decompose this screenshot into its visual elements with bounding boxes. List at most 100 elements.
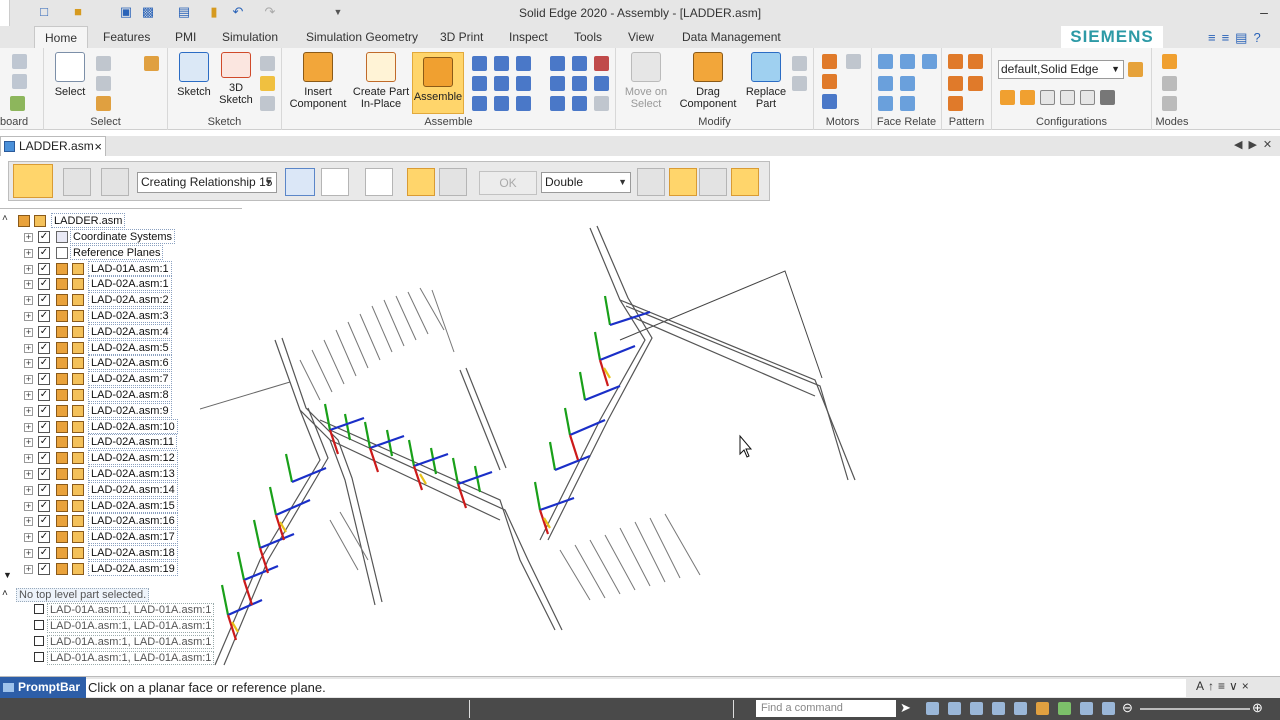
find-command-go-icon[interactable]: ➤ <box>900 700 911 716</box>
3d-sketch-button[interactable]: 3D Sketch <box>216 52 256 106</box>
relate-match-icon[interactable] <box>550 96 565 111</box>
face-relate-icon-3[interactable] <box>922 54 937 69</box>
promptbar-tools-icons[interactable]: A↑≡∨× <box>1196 679 1253 693</box>
move-on-select-button[interactable]: Move on Select <box>618 52 674 110</box>
help-icons[interactable]: ≡≡▤? <box>1208 30 1267 46</box>
relationship-list-icon[interactable] <box>594 56 609 71</box>
promptbar-label[interactable]: PromptBar <box>0 677 86 698</box>
motor-list-icon[interactable] <box>822 94 837 109</box>
visibility-checkbox[interactable]: ✓ <box>38 231 50 243</box>
expand-icon[interactable]: + <box>24 438 33 448</box>
offset-type-select[interactable]: Double ▼ <box>541 172 631 193</box>
display-config-icon-2[interactable] <box>1020 90 1035 105</box>
shaded-icon[interactable] <box>1058 702 1071 715</box>
sketch-tools-icon[interactable] <box>260 56 275 71</box>
relate-connect-icon[interactable] <box>494 76 509 91</box>
zoom-area-icon[interactable] <box>926 702 939 715</box>
tab-tools[interactable]: Tools <box>574 30 602 44</box>
expand-icon[interactable]: + <box>24 470 33 479</box>
expand-icon[interactable]: + <box>24 485 33 495</box>
tab-3d-print[interactable]: 3D Print <box>440 30 483 44</box>
visibility-checkbox[interactable]: ✓ <box>38 483 50 496</box>
document-tab[interactable]: LADDER.asm × <box>0 136 106 156</box>
assemble-options-button[interactable] <box>13 164 53 198</box>
visibility-checkbox[interactable]: ✓ <box>38 404 50 417</box>
simulate-motor-icon[interactable] <box>846 54 861 69</box>
face-relate-icon-5[interactable] <box>900 76 915 91</box>
modify-mirror-icon[interactable] <box>792 76 807 91</box>
expand-icon[interactable]: + <box>24 517 33 527</box>
visibility-checkbox[interactable]: ✓ <box>38 325 50 338</box>
expand-icon[interactable]: + <box>24 327 33 337</box>
expand-icon[interactable]: + <box>24 359 33 369</box>
relationship-assistant-icon[interactable] <box>594 76 609 91</box>
tab-view[interactable]: View <box>628 30 654 44</box>
replace-part-button[interactable]: Replace Part <box>742 52 790 110</box>
close-icon[interactable]: × <box>94 137 102 156</box>
face-relate-icon-4[interactable] <box>878 76 893 91</box>
relationship-select[interactable]: Creating Relationship 15 ▼ <box>137 172 277 193</box>
display-config-icon-4[interactable] <box>1060 90 1075 105</box>
tab-scroll-arrows[interactable]: ◀▶✕ <box>1234 138 1278 151</box>
sketch-button[interactable]: Sketch <box>174 52 214 98</box>
tree-scrollbar[interactable]: ▼ <box>0 228 14 580</box>
tab-simulation[interactable]: Simulation <box>222 30 278 44</box>
visibility-checkbox[interactable]: ✓ <box>38 389 50 401</box>
modes-icon-3[interactable] <box>1162 96 1177 111</box>
zoom-in-icon[interactable]: ⊕ <box>1252 700 1263 716</box>
relate-planar-icon[interactable] <box>472 96 487 111</box>
expand-icon[interactable]: + <box>24 422 33 432</box>
tab-home[interactable]: Home <box>34 26 89 49</box>
face-select-button[interactable] <box>407 168 435 196</box>
relationship-types-dropdown[interactable] <box>285 168 315 196</box>
insert-component-button[interactable]: Insert Component <box>286 52 350 110</box>
relate-axial-icon[interactable] <box>472 76 487 91</box>
visibility-checkbox[interactable]: ✓ <box>38 357 50 370</box>
collapse-icon[interactable]: ˄ <box>2 213 8 224</box>
fix-button[interactable] <box>637 168 665 196</box>
expand-icon[interactable]: + <box>24 312 33 321</box>
fit-icon[interactable] <box>970 702 983 715</box>
visibility-checkbox[interactable]: ✓ <box>38 246 50 259</box>
relate-mate-icon[interactable] <box>472 56 487 71</box>
modes-icon-2[interactable] <box>1162 76 1177 91</box>
face-relate-icon-7[interactable] <box>900 96 915 111</box>
zoom-out-icon[interactable]: ⊖ <box>1122 700 1133 716</box>
visibility-checkbox[interactable]: ✓ <box>38 341 50 354</box>
relationship-options-icon[interactable] <box>594 96 609 111</box>
relationship-list-button[interactable] <box>321 168 349 196</box>
pattern-extra-icon[interactable] <box>948 96 963 111</box>
visibility-checkbox[interactable]: ✓ <box>38 310 50 322</box>
pattern-icon[interactable] <box>948 54 963 69</box>
visibility-checkbox[interactable]: ✓ <box>38 452 50 465</box>
relate-path-icon[interactable] <box>572 96 587 111</box>
relate-tangent-icon[interactable] <box>516 56 531 71</box>
view-orientation-icon[interactable] <box>1036 702 1049 715</box>
select-filter-icon[interactable] <box>96 76 111 91</box>
relationship-row[interactable]: LAD-01A.asm:1, LAD-01A.asm:1 <box>34 635 215 650</box>
select-box-icon[interactable] <box>96 96 111 111</box>
paste-icon[interactable] <box>10 96 25 111</box>
motor-icon[interactable] <box>822 54 837 69</box>
tab-features[interactable]: Features <box>103 30 150 44</box>
zoom-icon[interactable] <box>948 702 961 715</box>
relate-angle-icon[interactable] <box>494 96 509 111</box>
visibility-checkbox[interactable]: ✓ <box>38 547 50 559</box>
view-style-icon[interactable] <box>1102 702 1115 715</box>
select-button[interactable]: Select <box>52 52 88 98</box>
face-relate-icon-2[interactable] <box>900 54 915 69</box>
expand-icon[interactable]: + <box>24 248 33 258</box>
visibility-checkbox[interactable]: ✓ <box>38 515 50 528</box>
visibility-checkbox[interactable]: ✓ <box>38 294 50 307</box>
relationship-type-button[interactable] <box>63 168 91 196</box>
expand-icon[interactable]: + <box>24 264 33 274</box>
visibility-checkbox[interactable]: ✓ <box>38 562 50 575</box>
expand-icon[interactable]: + <box>24 391 33 400</box>
display-icon[interactable] <box>1080 702 1093 715</box>
minimize-icon[interactable]: – <box>1252 2 1276 22</box>
create-part-in-place-button[interactable]: Create Part In-Place <box>350 52 412 110</box>
expand-icon[interactable]: + <box>24 406 33 416</box>
pattern-along-curve-icon[interactable] <box>968 54 983 69</box>
expand-icon[interactable]: + <box>24 280 33 290</box>
visibility-checkbox[interactable]: ✓ <box>38 262 50 275</box>
